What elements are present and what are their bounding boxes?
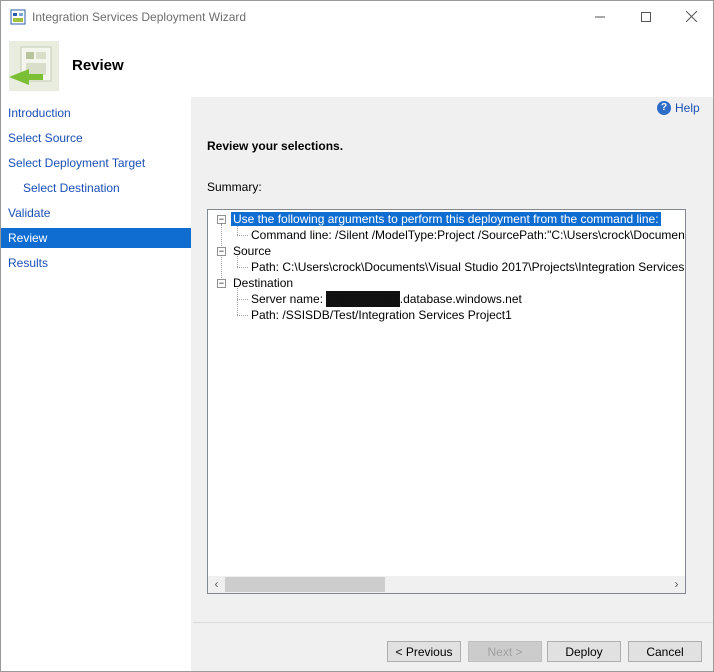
wizard-steps-nav: Introduction Select Source Select Deploy…: [1, 97, 191, 671]
tree-node-source[interactable]: Source: [233, 243, 271, 259]
footer-divider: [193, 622, 713, 623]
tree-leaf-server-name[interactable]: Server name: sqlfactortest1.database.win…: [251, 291, 522, 307]
scroll-right-icon[interactable]: ›: [668, 576, 685, 593]
page-header: Review: [1, 32, 713, 97]
scroll-left-icon[interactable]: ‹: [208, 576, 225, 593]
nav-item-review[interactable]: Review: [1, 228, 191, 248]
help-link[interactable]: ? Help: [657, 101, 700, 115]
maximize-button[interactable]: [623, 1, 669, 32]
window-title: Integration Services Deployment Wizard: [32, 10, 247, 24]
tree-connector: [237, 299, 248, 300]
main-panel: ? Help Review your selections. Summary: …: [193, 97, 713, 671]
collapse-arguments-toggle[interactable]: −: [217, 215, 226, 224]
tree-node-destination[interactable]: Destination: [233, 275, 293, 291]
deploy-button[interactable]: Deploy: [547, 641, 621, 662]
horizontal-scrollbar[interactable]: ‹ ›: [208, 576, 685, 593]
tree-node-arguments[interactable]: Use the following arguments to perform t…: [231, 211, 661, 227]
help-icon: ?: [657, 101, 671, 115]
previous-button[interactable]: < Previous: [387, 641, 461, 662]
nav-item-validate[interactable]: Validate: [1, 203, 191, 223]
next-button[interactable]: Next >: [468, 641, 542, 662]
server-name-prefix: Server name:: [251, 292, 327, 306]
tree-connector: [237, 315, 248, 316]
server-name-redacted: sqlfactortest1: [326, 291, 400, 307]
help-label: Help: [675, 101, 700, 115]
collapse-destination-toggle[interactable]: −: [217, 279, 226, 288]
minimize-icon: [595, 16, 605, 17]
deployment-wizard-graphic: [9, 41, 59, 91]
wizard-window: Integration Services Deployment Wizard R…: [0, 0, 714, 672]
nav-item-select-source[interactable]: Select Source: [1, 128, 191, 148]
nav-item-introduction[interactable]: Introduction: [1, 103, 191, 123]
scrollbar-thumb[interactable]: [225, 577, 385, 592]
cancel-button[interactable]: Cancel: [628, 641, 702, 662]
collapse-source-toggle[interactable]: −: [217, 247, 226, 256]
tree-node-arguments-label: Use the following arguments to perform t…: [231, 212, 661, 226]
tree-leaf-source-path[interactable]: Path: C:\Users\crock\Documents\Visual St…: [251, 259, 685, 275]
nav-item-results[interactable]: Results: [1, 253, 191, 273]
nav-item-select-destination[interactable]: Select Destination: [1, 178, 191, 198]
close-icon: [685, 11, 697, 22]
minimize-button[interactable]: [577, 1, 623, 32]
summary-label: Summary:: [207, 180, 262, 194]
nav-item-select-deployment-target[interactable]: Select Deployment Target: [1, 153, 191, 173]
tree-connector: [237, 235, 248, 236]
server-name-suffix: .database.windows.net: [399, 292, 522, 306]
page-title: Review: [72, 57, 124, 74]
close-button[interactable]: [668, 1, 714, 32]
tree-connector: [237, 267, 248, 268]
title-bar: Integration Services Deployment Wizard: [1, 1, 713, 32]
tree-leaf-destination-path[interactable]: Path: /SSISDB/Test/Integration Services …: [251, 307, 512, 323]
summary-tree[interactable]: − Use the following arguments to perform…: [207, 209, 686, 594]
tree-connector: [237, 288, 238, 315]
review-heading: Review your selections.: [207, 139, 344, 153]
wizard-app-icon: [10, 9, 26, 25]
maximize-icon: [641, 11, 651, 22]
tree-leaf-command-line[interactable]: Command line: /Silent /ModelType:Project…: [251, 227, 685, 243]
